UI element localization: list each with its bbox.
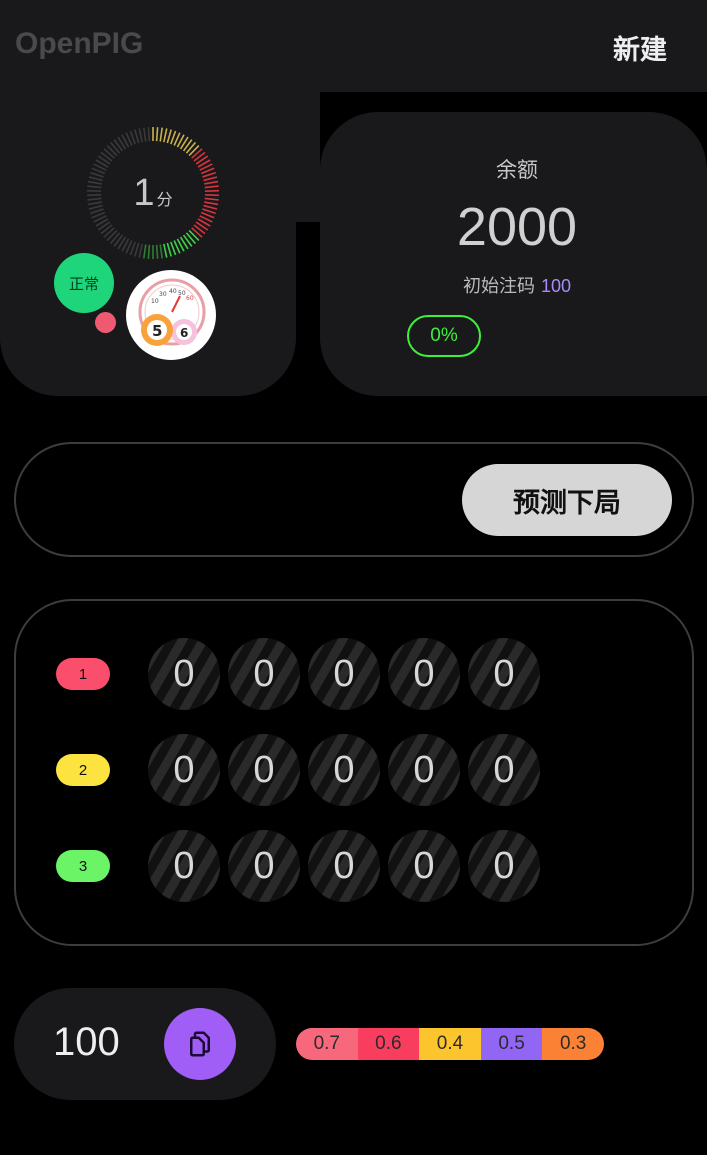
result-cell[interactable]: 0 — [228, 830, 300, 902]
alert-dot — [95, 312, 116, 333]
initial-bet-row: 初始注码 100 — [320, 272, 707, 298]
svg-text:30: 30 — [159, 291, 167, 298]
countdown-number: 1 — [133, 172, 155, 214]
card-connector — [296, 92, 320, 222]
initial-bet-label: 初始注码 — [462, 276, 535, 297]
svg-text:40: 40 — [169, 288, 177, 295]
ratio-segment[interactable]: 0.3 — [542, 1028, 604, 1060]
dial-tick — [163, 128, 168, 143]
dial-tick — [143, 244, 147, 259]
result-cell[interactable]: 0 — [148, 830, 220, 902]
dial-tick — [166, 129, 172, 144]
result-cell[interactable]: 0 — [388, 638, 460, 710]
result-cell[interactable]: 0 — [148, 734, 220, 806]
bet-amount-value[interactable]: 100 — [53, 1020, 120, 1065]
result-cell[interactable]: 0 — [228, 638, 300, 710]
ratio-segment[interactable]: 0.6 — [357, 1028, 420, 1060]
app-header: OpenPIG 新建 — [0, 0, 707, 92]
dial-tick — [166, 242, 172, 257]
result-cell[interactable]: 0 — [468, 638, 540, 710]
dial-tick — [147, 127, 151, 142]
lottery-balls-avatar[interactable]: 10 30 40 50 60 6 5 — [126, 270, 216, 360]
svg-text:60: 60 — [186, 295, 194, 302]
dial-tick — [155, 244, 159, 259]
result-cell[interactable]: 0 — [468, 830, 540, 902]
svg-text:5: 5 — [152, 322, 162, 340]
result-cell[interactable]: 0 — [308, 830, 380, 902]
countdown-value: 1分 — [85, 172, 221, 215]
result-cell[interactable]: 0 — [468, 734, 540, 806]
header-notch — [466, 92, 707, 112]
row-label-2: 2 — [56, 754, 110, 786]
lottery-balls-icon: 10 30 40 50 60 6 5 — [127, 271, 215, 359]
dial-tick — [159, 127, 163, 142]
change-percent-badge: 0% — [407, 315, 481, 357]
balance-value: 2000 — [456, 197, 578, 257]
ratio-segment[interactable]: 0.7 — [296, 1028, 358, 1060]
result-cell[interactable]: 0 — [388, 734, 460, 806]
dial-tick — [155, 127, 159, 142]
result-cell[interactable]: 0 — [148, 638, 220, 710]
row-label-1: 1 — [56, 658, 110, 690]
predict-next-button[interactable]: 预测下局 — [462, 464, 672, 536]
status-badge[interactable]: 正常 — [54, 253, 114, 313]
dial-tick — [159, 244, 163, 259]
svg-text:6: 6 — [180, 326, 188, 340]
initial-bet-value: 100 — [540, 276, 572, 296]
row-label-3: 3 — [56, 850, 110, 882]
copy-icon — [190, 1031, 210, 1057]
result-cell[interactable]: 0 — [308, 638, 380, 710]
ratio-segment[interactable]: 0.4 — [419, 1028, 481, 1060]
dial-tick — [143, 127, 147, 142]
ratio-segment[interactable]: 0.5 — [480, 1028, 543, 1060]
dial-tick — [138, 243, 143, 258]
countdown-unit: 分 — [156, 190, 173, 209]
balance-label: 余额 — [496, 158, 538, 182]
dial-tick — [163, 243, 168, 258]
new-button[interactable]: 新建 — [613, 28, 667, 67]
dial-tick — [134, 129, 140, 144]
ratio-bar: 0.7 0.6 0.4 0.5 0.3 — [296, 1028, 604, 1060]
app-title: OpenPIG — [15, 27, 144, 60]
dial-tick — [138, 128, 143, 143]
svg-text:10: 10 — [151, 298, 159, 305]
result-cell[interactable]: 0 — [228, 734, 300, 806]
result-cell[interactable]: 0 — [308, 734, 380, 806]
dial-tick — [134, 242, 140, 257]
dial-tick — [147, 244, 151, 259]
result-cell[interactable]: 0 — [388, 830, 460, 902]
copy-button[interactable] — [164, 1008, 236, 1080]
